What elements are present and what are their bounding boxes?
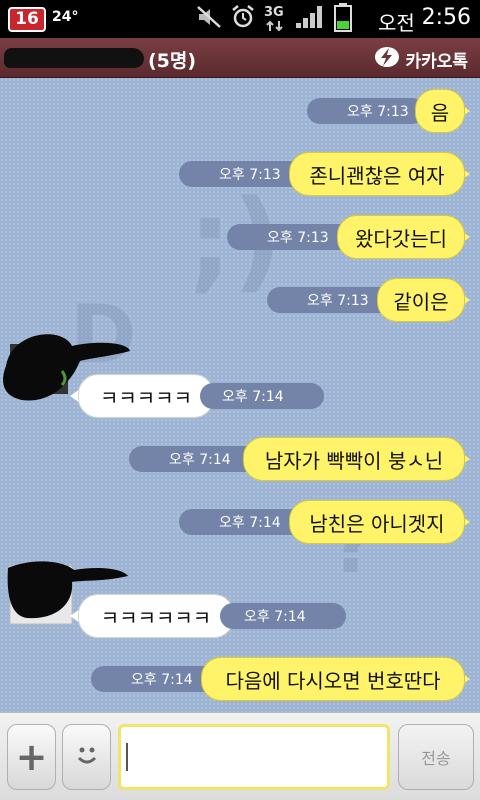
kakaotalk-logo: 카카오톡	[374, 45, 468, 74]
text-cursor	[126, 743, 128, 771]
message-row: 오후 7:13 존니괜찮은 여자	[0, 152, 480, 196]
message-time: 오후 7:13	[267, 230, 329, 246]
redacted-room-name	[4, 48, 144, 68]
notification-badge: 16	[8, 7, 46, 32]
message-bubble-other[interactable]: ㅋㅋㅋㅋㅋ	[78, 374, 214, 418]
alarm-icon	[230, 4, 256, 34]
message-bubble-other[interactable]: ㅋㅋㅋㅋㅋㅋ	[78, 594, 234, 638]
status-bar: 16 24° 3G 오전 2:56	[0, 0, 480, 38]
send-button[interactable]: 전송	[398, 724, 474, 790]
status-icons: 3G	[196, 2, 352, 36]
signal-icon	[294, 4, 326, 34]
smiley-icon	[72, 740, 102, 774]
message-row: ㅋㅋㅋㅋㅋㅋ 오후 7:14	[0, 594, 480, 638]
clock-time: 2:56	[421, 5, 471, 30]
emoticon-button[interactable]	[62, 724, 111, 790]
attach-button[interactable]: +	[7, 724, 56, 790]
message-bubble-mine[interactable]: 왔다갓는디	[337, 215, 465, 259]
clock-ampm: 오전	[378, 11, 415, 35]
message-time: 오후 7:14	[131, 672, 193, 688]
message-time: 오후 7:14	[222, 389, 284, 405]
member-count: (5명)	[148, 50, 197, 72]
message-row: 오후 7:13 음	[0, 89, 480, 133]
message-time: 오후 7:14	[219, 515, 281, 531]
message-time: 오후 7:13	[347, 104, 409, 120]
message-bubble-mine[interactable]: 다음에 다시오면 번호딴다	[201, 657, 465, 701]
message-bubble-mine[interactable]: 남자가 빡빡이 붕ㅅ닌	[243, 437, 465, 481]
chat-area[interactable]: ;) D ? 오후 7:13 음 오후 7:13 존니괜찮은 여자 오후 7:1…	[0, 78, 480, 712]
plus-icon: +	[15, 735, 48, 779]
mute-icon	[196, 5, 222, 33]
message-row: 오후 7:13 같이은	[0, 278, 480, 322]
message-bubble-mine[interactable]: 같이은	[377, 278, 465, 322]
message-row: 오후 7:14 다음에 다시오면 번호딴다	[0, 657, 480, 701]
message-row: 오후 7:14 남친은 아니겟지	[0, 500, 480, 544]
message-bubble-mine[interactable]: 존니괜찮은 여자	[289, 152, 465, 196]
message-bubble-mine[interactable]: 음	[415, 89, 465, 133]
app-name: 카카오톡	[405, 52, 468, 72]
message-time: 오후 7:13	[307, 293, 369, 309]
temperature-label: 24°	[52, 9, 79, 25]
message-bubble-mine[interactable]: 남친은 아니겟지	[289, 500, 465, 544]
network-3g-icon: 3G	[264, 5, 286, 33]
message-time: 오후 7:14	[169, 452, 231, 468]
message-input-bar: + 전송	[0, 712, 480, 800]
message-row: 오후 7:14 남자가 빡빡이 붕ㅅ닌	[0, 437, 480, 481]
network-label: 3G	[264, 5, 284, 20]
message-time: 오후 7:13	[219, 167, 281, 183]
message-input[interactable]	[118, 724, 390, 790]
chat-title-bar: (5명) 카카오톡	[0, 38, 480, 78]
battery-icon	[334, 2, 352, 36]
message-row: ㅋㅋㅋㅋㅋ 오후 7:14	[0, 374, 480, 418]
message-row: 오후 7:13 왔다갓는디	[0, 215, 480, 259]
kakao-bolt-icon	[374, 45, 400, 74]
message-time: 오후 7:14	[244, 609, 306, 625]
